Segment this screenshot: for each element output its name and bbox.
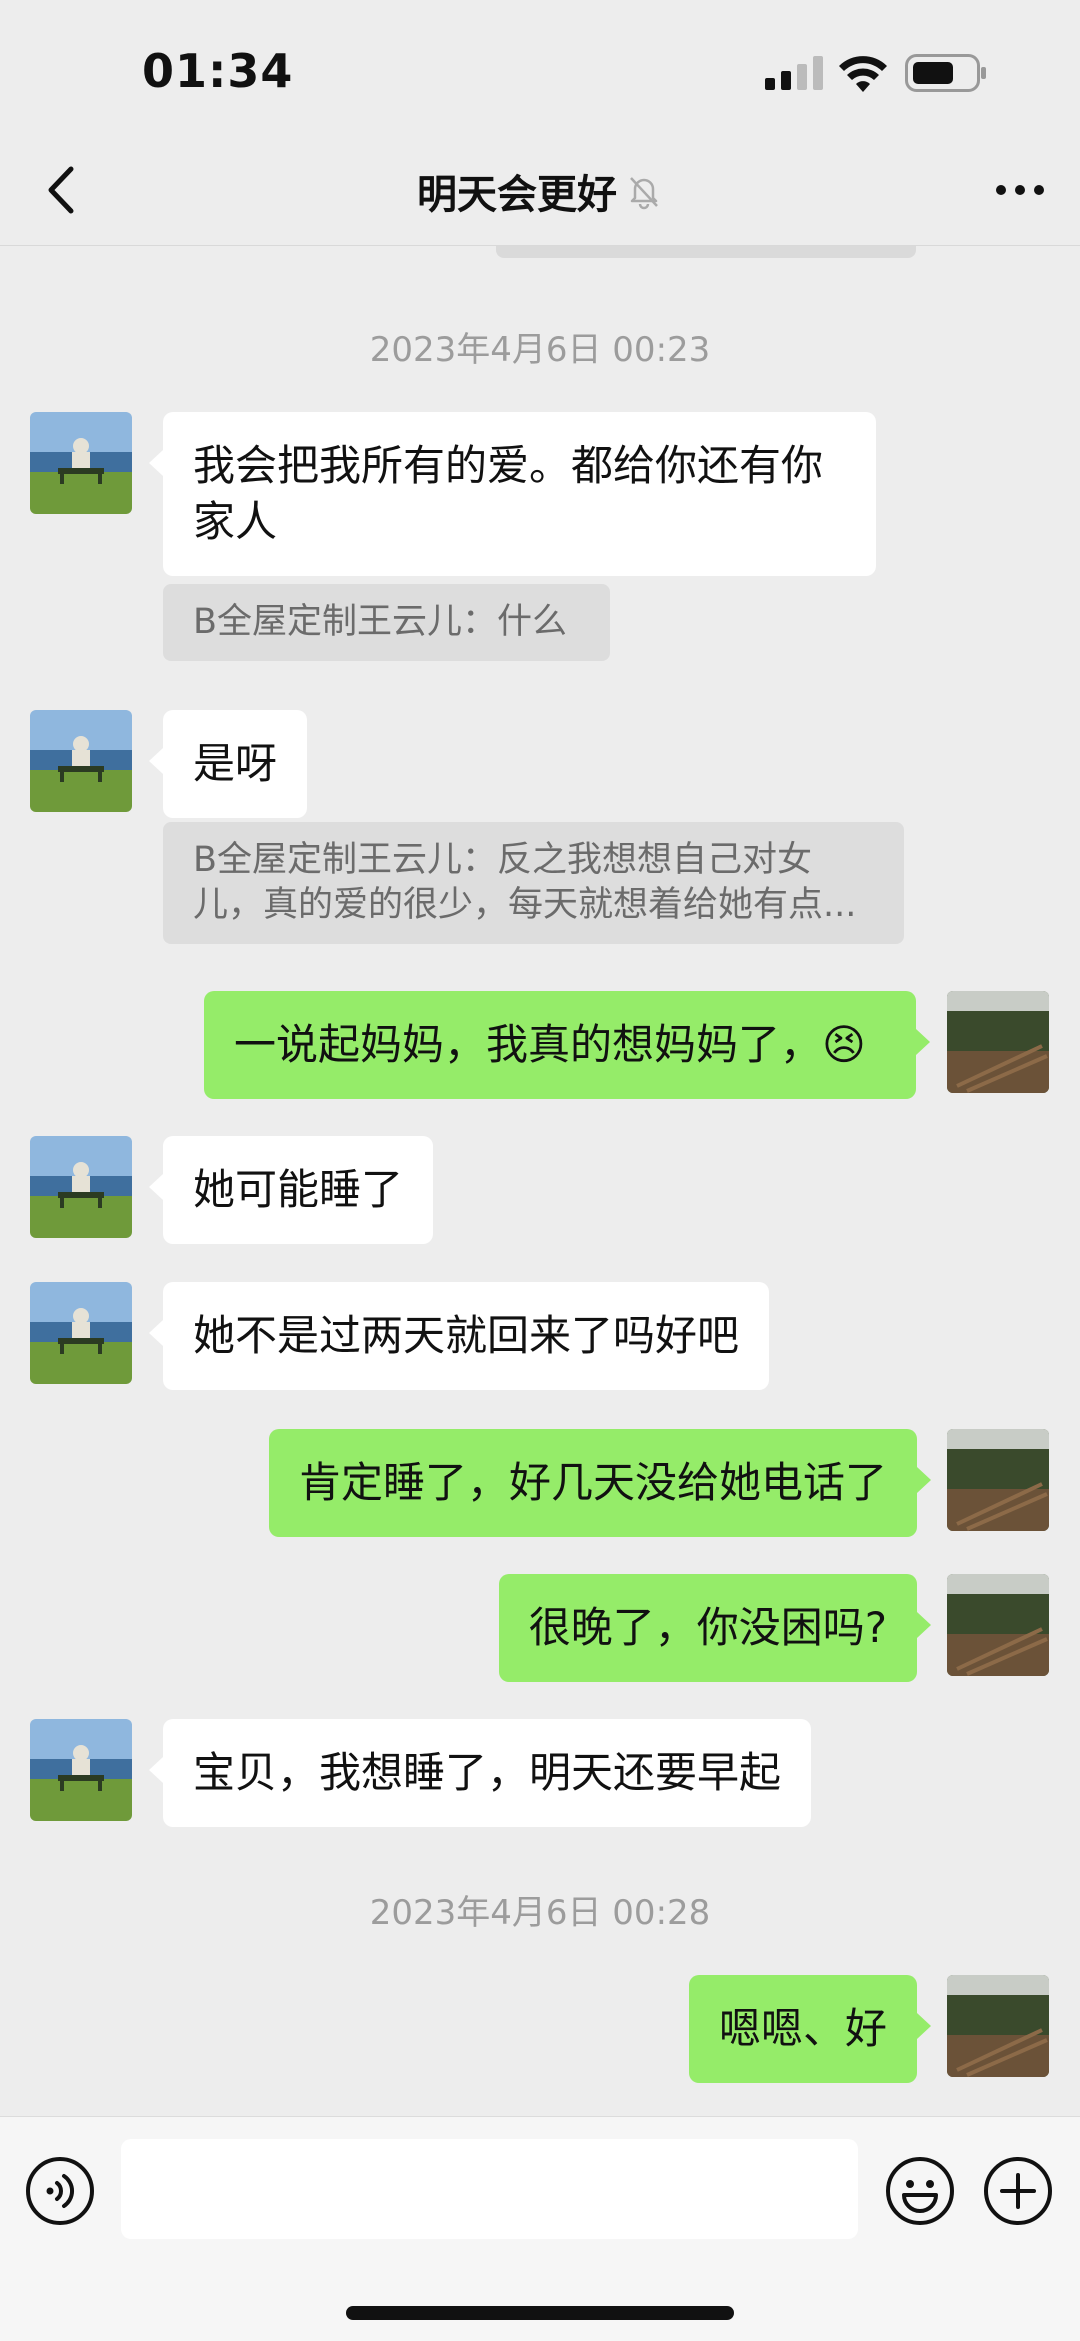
chat-title: 明天会更好 — [417, 172, 617, 218]
voice-input-button[interactable] — [24, 2155, 96, 2227]
more-functions-button[interactable] — [982, 2155, 1054, 2227]
status-bar: 01:34 — [0, 0, 1080, 140]
message-bubble-outgoing[interactable]: 一说起妈妈，我真的想妈妈了，😣 — [204, 991, 930, 1099]
message-input[interactable] — [121, 2139, 858, 2239]
battery-icon — [905, 54, 986, 92]
wifi-icon — [839, 56, 887, 92]
my-avatar[interactable] — [947, 1429, 1049, 1531]
previous-quote-fragment — [496, 246, 916, 258]
message-bubble-incoming[interactable]: 宝贝，我想睡了，明天还要早起 — [148, 1719, 812, 1827]
quoted-reply[interactable]: B全屋定制王云儿：什么 — [163, 584, 610, 661]
more-dots-icon — [996, 185, 1044, 195]
chat-header: 明天会更好 — [0, 140, 1080, 246]
message-bubble-incoming[interactable]: 她不是过两天就回来了吗好吧 — [148, 1282, 770, 1390]
chat-title-group: 明天会更好 — [0, 162, 1080, 220]
message-bubble-incoming[interactable]: 她可能睡了 — [148, 1136, 434, 1244]
emoji-button[interactable] — [884, 2155, 956, 2227]
message-bubble-outgoing[interactable]: 肯定睡了，好几天没给她电话了 — [268, 1429, 932, 1537]
home-indicator[interactable] — [346, 2306, 734, 2320]
emoji-icon — [886, 2157, 954, 2225]
timestamp: 2023年4月6日 00:28 — [369, 1893, 711, 1933]
my-avatar[interactable] — [947, 991, 1049, 1093]
contact-avatar[interactable] — [30, 1282, 132, 1384]
plus-circle-icon — [984, 2157, 1052, 2225]
my-avatar[interactable] — [947, 1975, 1049, 2077]
timestamp: 2023年4月6日 00:23 — [369, 330, 711, 370]
more-options-button[interactable] — [990, 160, 1050, 220]
contact-avatar[interactable] — [30, 1719, 132, 1821]
quoted-reply[interactable]: B全屋定制王云儿：反之我想想自己对女儿，真的爱的很少，每天就想着给她有点... — [163, 822, 904, 944]
message-bubble-incoming[interactable]: 是呀 — [148, 710, 308, 818]
message-bubble-outgoing[interactable]: 很晚了，你没困吗? — [498, 1574, 932, 1682]
message-bubble-incoming[interactable]: 我会把我所有的爱。都给你还有你家人 — [149, 412, 876, 576]
status-time: 01:34 — [142, 44, 294, 98]
contact-avatar[interactable] — [30, 710, 132, 812]
signal-icon — [765, 56, 823, 90]
mute-bell-icon — [630, 177, 658, 210]
voice-icon — [26, 2157, 94, 2225]
my-avatar[interactable] — [947, 1574, 1049, 1676]
contact-avatar[interactable] — [30, 412, 132, 514]
message-bubble-outgoing[interactable]: 嗯嗯、好 — [688, 1975, 932, 2083]
contact-avatar[interactable] — [30, 1136, 132, 1238]
